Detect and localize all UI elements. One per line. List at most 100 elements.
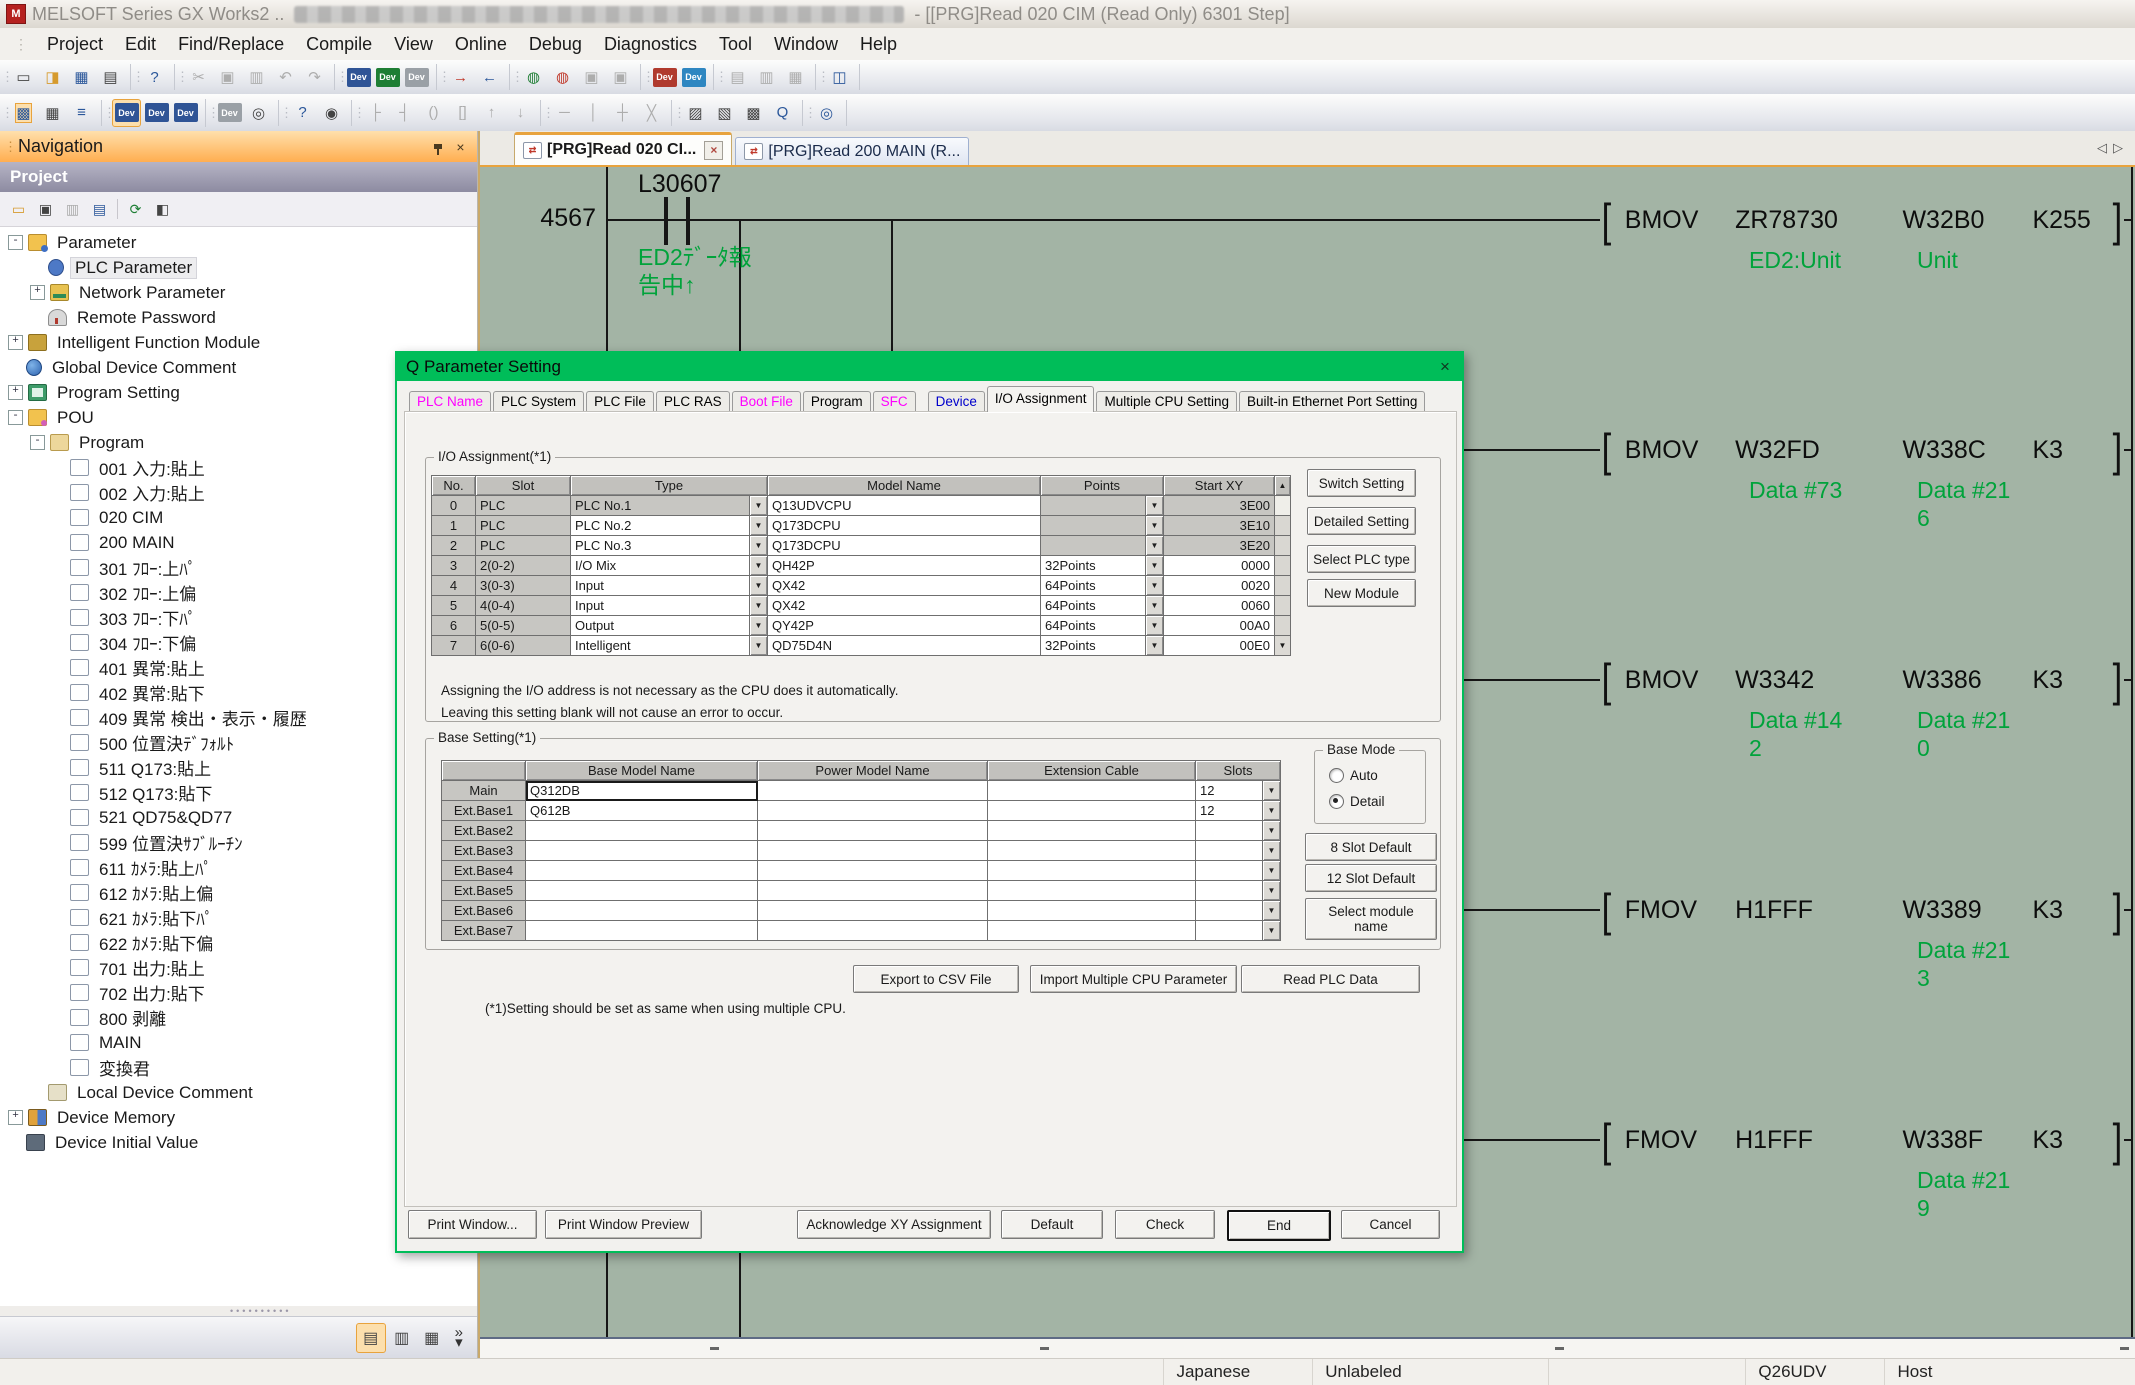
- dialog-tab-plc-system[interactable]: PLC System: [493, 391, 584, 412]
- cut-icon[interactable]: ✂: [185, 64, 212, 90]
- dialog-tab-plc-name[interactable]: PLC Name: [409, 391, 491, 412]
- io-cell-type-dropdown[interactable]: I/O Mix▼: [571, 556, 768, 576]
- dialog-tab-device[interactable]: Device: [928, 391, 985, 412]
- radio-button-icon[interactable]: [1329, 794, 1344, 809]
- dialog-tab-i-o-assignment[interactable]: I/O Assignment: [987, 386, 1095, 412]
- button-detailed-setting[interactable]: Detailed Setting: [1307, 507, 1416, 535]
- tree-expander-plus[interactable]: +: [8, 335, 23, 350]
- button-end[interactable]: End: [1227, 1210, 1331, 1241]
- undo-icon[interactable]: ↶: [272, 64, 299, 90]
- button-switch-setting[interactable]: Switch Setting: [1307, 469, 1416, 497]
- copy-item-icon[interactable]: ▣: [33, 197, 58, 221]
- dropdown-arrow-icon[interactable]: ▼: [1145, 556, 1163, 575]
- io-cell-points-dropdown[interactable]: 64Points▼: [1041, 616, 1164, 636]
- button-import-multiple-cpu-parameter[interactable]: Import Multiple CPU Parameter: [1030, 965, 1237, 993]
- horizontal-line-icon[interactable]: ─: [551, 100, 578, 126]
- slots-dropdown[interactable]: ▼: [1196, 881, 1281, 901]
- dropdown-arrow-icon[interactable]: ▼: [1145, 636, 1163, 655]
- button-select-module-name[interactable]: Select module name: [1305, 898, 1437, 940]
- navigation-splitter-grip[interactable]: ••••••••••: [0, 1306, 477, 1316]
- instruction-block[interactable]: [FMOVH1FFFW3389K3]: [1600, 884, 2124, 936]
- base-model-name-field[interactable]: [526, 921, 758, 941]
- comment-display-icon[interactable]: ▨: [682, 100, 709, 126]
- project-view-icon[interactable]: ▩: [10, 100, 37, 126]
- io-cell-startxy[interactable]: 00A0: [1164, 616, 1275, 636]
- io-cell-points-dropdown[interactable]: ▼: [1041, 496, 1164, 516]
- button-8-slot-default[interactable]: 8 Slot Default: [1305, 833, 1437, 861]
- io-cell-points-dropdown[interactable]: 32Points▼: [1041, 636, 1164, 656]
- power-model-name-field[interactable]: [758, 861, 988, 881]
- io-cell-startxy[interactable]: 3E00: [1164, 496, 1275, 516]
- dropdown-arrow-icon[interactable]: ▼: [749, 536, 767, 555]
- io-scrollbar-track[interactable]: [1275, 616, 1291, 636]
- io-cell-startxy[interactable]: 00E0: [1164, 636, 1275, 656]
- dropdown-arrow-icon[interactable]: ▼: [749, 636, 767, 655]
- io-cell-startxy[interactable]: 3E10: [1164, 516, 1275, 536]
- new-item-icon[interactable]: ▭: [6, 197, 31, 221]
- io-cell-model[interactable]: QH42P: [768, 556, 1041, 576]
- power-model-name-field[interactable]: [758, 901, 988, 921]
- window-tile-icon[interactable]: ▥: [753, 64, 780, 90]
- button-default[interactable]: Default: [1001, 1210, 1103, 1239]
- tree-item-plc-parameter[interactable]: PLC Parameter: [0, 255, 477, 280]
- extension-cable-field[interactable]: [988, 901, 1196, 921]
- find-device-icon[interactable]: ◎: [245, 100, 272, 126]
- dropdown-arrow-icon[interactable]: ▼: [749, 576, 767, 595]
- base-model-name-field[interactable]: [526, 901, 758, 921]
- slots-dropdown[interactable]: 12▼: [1196, 781, 1281, 801]
- line-delete-icon[interactable]: ╳: [638, 100, 665, 126]
- button-print-window-preview[interactable]: Print Window Preview: [545, 1210, 702, 1239]
- dropdown-arrow-icon[interactable]: ▼: [1262, 801, 1280, 820]
- extension-cable-field[interactable]: [988, 841, 1196, 861]
- io-cell-points-dropdown[interactable]: 64Points▼: [1041, 576, 1164, 596]
- toolbar-overflow-chevron[interactable]: »▾: [455, 1328, 463, 1348]
- base-mode-option-detail[interactable]: Detail: [1329, 794, 1385, 809]
- device-test-2-icon[interactable]: Q: [769, 100, 796, 126]
- dropdown-arrow-icon[interactable]: ▼: [749, 616, 767, 635]
- statement-display-icon[interactable]: ▧: [711, 100, 738, 126]
- dropdown-arrow-icon[interactable]: ▼: [1262, 781, 1280, 800]
- button-read-plc-data[interactable]: Read PLC Data: [1241, 965, 1420, 993]
- document-tab-1[interactable]: ⇄[PRG]Read 020 CI...×: [514, 132, 732, 165]
- dropdown-arrow-icon[interactable]: ▼: [1262, 821, 1280, 840]
- dialog-tab-plc-ras[interactable]: PLC RAS: [656, 391, 730, 412]
- io-cell-model[interactable]: Q173DCPU: [768, 536, 1041, 556]
- dialog-tab-program[interactable]: Program: [803, 391, 871, 412]
- menu-item-tool[interactable]: Tool: [708, 31, 763, 58]
- base-mode-option-auto[interactable]: Auto: [1329, 768, 1378, 783]
- io-cell-points-dropdown[interactable]: ▼: [1041, 516, 1164, 536]
- io-cell-startxy[interactable]: 0020: [1164, 576, 1275, 596]
- dropdown-arrow-icon[interactable]: ▼: [1145, 596, 1163, 615]
- zoom-icon[interactable]: ◎: [813, 100, 840, 126]
- window-cascade-icon[interactable]: ▤: [724, 64, 751, 90]
- button-check[interactable]: Check: [1115, 1210, 1215, 1239]
- tree-item-network-parameter[interactable]: +Network Parameter: [0, 280, 477, 305]
- cross-reference-icon[interactable]: ◉: [318, 100, 345, 126]
- dropdown-arrow-icon[interactable]: ▼: [749, 516, 767, 535]
- auto-hide-pin-icon[interactable]: [428, 137, 447, 156]
- extension-cable-field[interactable]: [988, 881, 1196, 901]
- instruction-block[interactable]: [FMOVH1FFFW338FK3]: [1600, 1114, 2124, 1166]
- dialog-tab-plc-file[interactable]: PLC File: [586, 391, 654, 412]
- io-scrollbar-bottom[interactable]: ▼: [1275, 636, 1291, 656]
- button-print-window[interactable]: Print Window...: [408, 1210, 537, 1239]
- menu-item-online[interactable]: Online: [444, 31, 518, 58]
- tree-expander-minus[interactable]: -: [8, 235, 23, 250]
- coil-icon[interactable]: (): [420, 100, 447, 126]
- property-icon[interactable]: ▤: [87, 197, 112, 221]
- redo-icon[interactable]: ↷: [301, 64, 328, 90]
- dialog-title-bar[interactable]: Q Parameter Setting: [397, 353, 1462, 381]
- falling-pulse-icon[interactable]: ↓: [507, 100, 534, 126]
- new-project-icon[interactable]: ▭: [10, 64, 37, 90]
- io-cell-type-dropdown[interactable]: PLC No.3▼: [571, 536, 768, 556]
- document-tab-2[interactable]: ⇄[PRG]Read 200 MAIN (R...: [735, 137, 969, 165]
- menu-item-help[interactable]: Help: [849, 31, 908, 58]
- vertical-line-icon[interactable]: │: [580, 100, 607, 126]
- dropdown-arrow-icon[interactable]: ▼: [1262, 881, 1280, 900]
- menu-item-view[interactable]: View: [383, 31, 444, 58]
- tree-item-parameter[interactable]: -Parameter: [0, 230, 477, 255]
- power-model-name-field[interactable]: [758, 801, 988, 821]
- io-cell-model[interactable]: Q13UDVCPU: [768, 496, 1041, 516]
- io-cell-points-dropdown[interactable]: 32Points▼: [1041, 556, 1164, 576]
- monitor-stop-icon[interactable]: ◍: [549, 64, 576, 90]
